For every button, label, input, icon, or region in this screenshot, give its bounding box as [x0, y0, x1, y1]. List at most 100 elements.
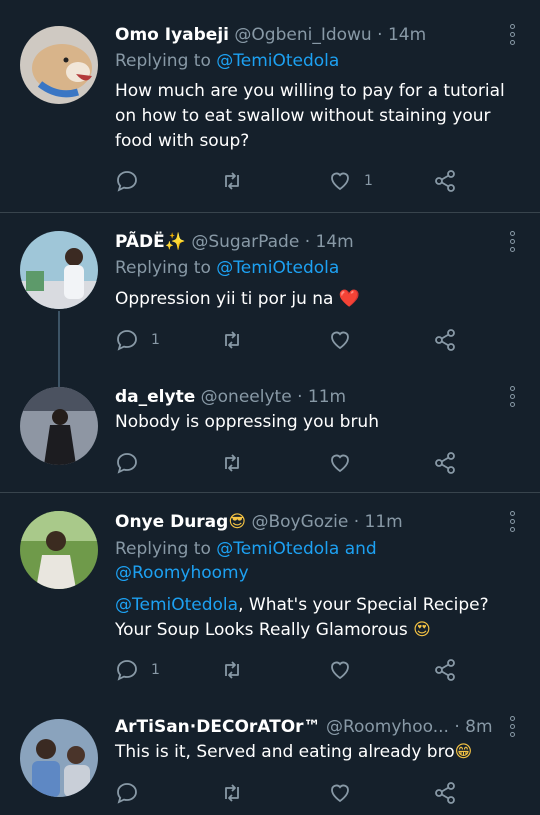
like-button[interactable] [328, 780, 364, 806]
timestamp[interactable]: 8m [465, 717, 492, 737]
replying-to: Replying to @TemiOtedola [115, 256, 515, 280]
tweet-text-content: This is it, Served and eating already br… [115, 742, 455, 762]
timestamp[interactable]: 14m [316, 232, 354, 252]
tweet[interactable]: Omo Iyabeji @Ogbeni_Idowu · 14m Replying… [0, 0, 540, 212]
timestamp[interactable]: 11m [308, 387, 346, 407]
share-button[interactable] [433, 450, 457, 476]
reply-button[interactable] [115, 168, 151, 194]
avatar[interactable] [20, 26, 98, 104]
share-button[interactable] [433, 780, 457, 806]
share-icon [435, 329, 455, 351]
retweet-icon [225, 331, 239, 349]
retweet-icon [225, 661, 239, 679]
share-button[interactable] [433, 327, 457, 353]
retweet-icon [225, 172, 239, 190]
like-button[interactable] [328, 450, 364, 476]
user-handle[interactable]: @Roomyhoo... [326, 717, 449, 737]
reply-icon [117, 330, 137, 351]
retweet-icon [225, 784, 239, 802]
avatar[interactable] [20, 511, 98, 589]
replying-to-link[interactable]: @TemiOtedola [216, 258, 339, 278]
thread-line [58, 311, 60, 373]
reply-icon [117, 171, 137, 192]
retweet-button[interactable] [220, 327, 244, 353]
heart-icon [331, 661, 349, 680]
replying-to: Replying to @TemiOtedola and @Roomyhoomy [115, 537, 515, 585]
retweet-button[interactable] [220, 450, 244, 476]
tweet[interactable]: Onye Durag😎 @BoyGozie · 11m Replying to … [0, 493, 540, 703]
share-button[interactable] [433, 168, 457, 194]
replying-to: Replying to @TemiOtedola [115, 49, 515, 73]
timestamp[interactable]: 14m [388, 25, 426, 45]
like-button[interactable]: 1 [328, 168, 373, 194]
thread-line [58, 373, 60, 387]
tweet-header: PÃDË✨ @SugarPade · 14m [115, 231, 354, 253]
avatar[interactable] [20, 387, 98, 465]
tweet-header: Onye Durag😎 @BoyGozie · 11m [115, 511, 403, 533]
more-options-icon[interactable] [510, 231, 518, 255]
tweet[interactable]: PÃDË✨ @SugarPade · 14m Replying to @Temi… [0, 213, 540, 373]
timestamp[interactable]: 11m [365, 512, 403, 532]
tweet[interactable]: ArTiSan·DECOrATOr™ @Roomyhoo... · 8m Thi… [0, 703, 540, 815]
reply-count: 1 [151, 332, 160, 348]
share-icon [435, 659, 455, 681]
heart-icon [331, 172, 349, 191]
tweet-actions [115, 450, 475, 476]
tweet-header: da_elyte @oneelyte · 11m [115, 386, 346, 408]
reply-icon [117, 783, 137, 804]
tweet-text: Nobody is oppressing you bruh [115, 412, 379, 432]
display-name[interactable]: ArTiSan·DECOrATOr™ [115, 717, 321, 737]
reply-feed: Omo Iyabeji @Ogbeni_Idowu · 14m Replying… [0, 0, 540, 815]
display-name[interactable]: PÃDË [115, 232, 165, 252]
replying-to-link[interactable]: @TemiOtedola [216, 51, 339, 71]
separator-dot: · [377, 25, 383, 45]
like-button[interactable] [328, 657, 364, 683]
separator-dot: · [353, 512, 360, 532]
tweet-text: How much are you willing to pay for a tu… [115, 81, 505, 151]
replying-prefix: Replying to [115, 539, 211, 559]
user-handle[interactable]: @SugarPade [191, 232, 299, 252]
more-options-icon[interactable] [510, 511, 518, 535]
share-icon [435, 452, 455, 474]
retweet-button[interactable] [220, 780, 244, 806]
tweet-actions: 1 [115, 168, 475, 194]
reply-button[interactable]: 1 [115, 327, 160, 353]
avatar[interactable] [20, 231, 98, 309]
tweet-actions: 1 [115, 657, 475, 683]
more-options-icon[interactable] [510, 386, 518, 410]
like-button[interactable] [328, 327, 364, 353]
heart-icon [331, 784, 349, 803]
replying-prefix: Replying to [115, 51, 211, 71]
tweet-text: @TemiOtedola, What's your Special Recipe… [115, 593, 525, 643]
share-button[interactable] [433, 657, 457, 683]
more-options-icon[interactable] [510, 24, 518, 48]
more-options-icon[interactable] [510, 716, 518, 740]
display-name[interactable]: Onye Durag [115, 512, 228, 532]
retweet-button[interactable] [220, 657, 244, 683]
user-handle[interactable]: @Ogbeni_Idowu [234, 25, 371, 45]
display-name[interactable]: Omo Iyabeji [115, 25, 229, 45]
avatar[interactable] [20, 719, 98, 797]
display-name[interactable]: da_elyte [115, 387, 195, 407]
tweet-header: ArTiSan·DECOrATOr™ @Roomyhoo... · 8m [115, 716, 493, 738]
tweet[interactable]: da_elyte @oneelyte · 11m Nobody is oppre… [0, 373, 540, 492]
replying-prefix: Replying to [115, 258, 211, 278]
retweet-button[interactable] [220, 168, 244, 194]
user-handle[interactable]: @oneelyte [201, 387, 292, 407]
user-handle[interactable]: @BoyGozie [251, 512, 348, 532]
reply-button[interactable]: 1 [115, 657, 160, 683]
tweet-text: This is it, Served and eating already br… [115, 740, 525, 765]
tweet-text: Oppression yii ti por ju na ❤️ [115, 287, 525, 312]
reply-button[interactable] [115, 780, 151, 806]
red-heart-emoji: ❤️ [338, 289, 361, 309]
heart-icon [331, 331, 349, 350]
reply-button[interactable] [115, 450, 151, 476]
heart-icon [331, 454, 349, 473]
reply-icon [117, 660, 137, 681]
reply-icon [117, 453, 137, 474]
mention-link[interactable]: @TemiOtedola [115, 595, 238, 615]
separator-dot: · [297, 387, 303, 407]
separator-dot: · [304, 232, 311, 252]
tweet-actions [115, 780, 475, 806]
grinning-emoji: 😁 [454, 742, 473, 762]
